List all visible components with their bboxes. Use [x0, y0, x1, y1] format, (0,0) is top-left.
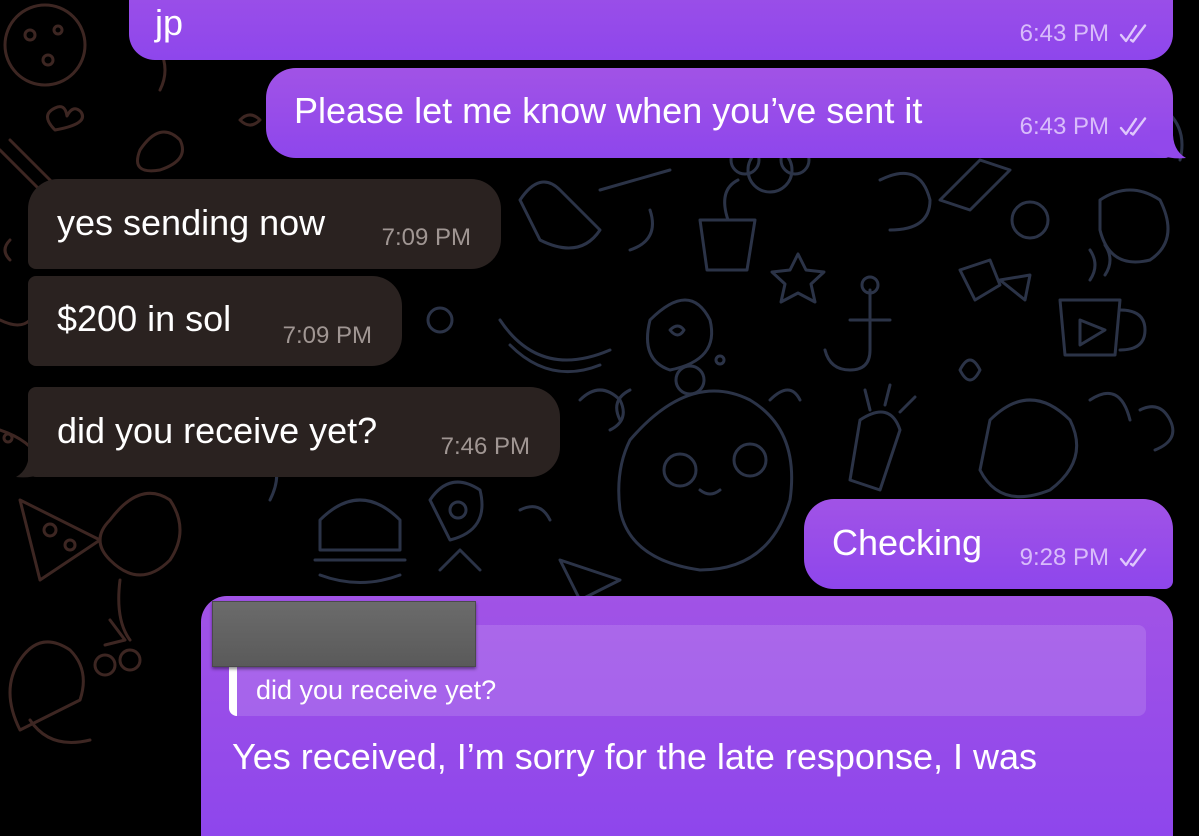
message-text: Yes received, I’m sorry for the late res… [232, 736, 1038, 777]
message-time: 6:43 PM [1019, 20, 1109, 47]
avocado-doodle [428, 480, 484, 542]
bubble-tail [1150, 130, 1186, 159]
panda-doodle [617, 389, 794, 572]
burger-doodle [318, 498, 402, 552]
plant-pot-doodle [698, 218, 757, 272]
star-doodle [770, 252, 826, 304]
message-bubble-incoming[interactable]: $200 in sol 7:09 PM [28, 276, 402, 366]
bird-doodle [136, 130, 184, 173]
double-check-icon [1119, 548, 1147, 567]
message-bubble-outgoing[interactable]: Checking 9:28 PM [804, 499, 1173, 589]
reply-quote-text: did you receive yet? [256, 675, 497, 705]
message-meta: 9:28 PM [1020, 544, 1149, 572]
message-bubble-incoming[interactable]: did you receive yet? 7:46 PM [28, 387, 560, 477]
message-text: $200 in sol [57, 298, 232, 339]
message-meta: 7:09 PM [382, 224, 471, 252]
sushi-doodle [938, 158, 1012, 212]
message-bubble-outgoing[interactable]: jp 6:43 PM [129, 0, 1173, 60]
message-text: yes sending now [57, 202, 326, 243]
anchor-doodle [823, 288, 872, 372]
message-time: 7:09 PM [282, 322, 372, 349]
cookie-doodle [3, 3, 87, 87]
message-meta: 6:43 PM [1020, 113, 1149, 141]
pineapple-doodle [848, 410, 902, 492]
double-check-icon [1119, 24, 1147, 43]
message-time: 7:09 PM [381, 224, 471, 251]
banana-doodle [498, 318, 612, 362]
dinosaur-doodle [978, 398, 1079, 499]
message-bubble-reply[interactable]: did you receive yet? Yes received, I’m s… [201, 596, 1173, 836]
message-text: jp [155, 2, 184, 43]
message-bubble-incoming[interactable]: yes sending now 7:09 PM [28, 179, 501, 269]
guitar-doodle [518, 180, 602, 250]
message-meta: 6:43 PM [1020, 20, 1149, 48]
heart-doodle [46, 105, 84, 132]
message-text: Please let me know when you’ve sent it [294, 90, 923, 131]
message-text: did you receive yet? [57, 410, 378, 451]
bubble-tail [16, 449, 52, 478]
message-bubble-outgoing[interactable]: Please let me know when you’ve sent it 6… [266, 68, 1173, 158]
message-text: Checking [832, 522, 983, 563]
message-meta: 7:46 PM [441, 433, 530, 461]
double-check-icon [1119, 117, 1147, 136]
cupcake-doodle [8, 640, 85, 732]
mug-doodle [1058, 298, 1122, 357]
message-time: 9:28 PM [1019, 544, 1109, 571]
carrot-doodle [558, 558, 622, 602]
redacted-sender-name [212, 601, 476, 667]
message-time: 6:43 PM [1019, 113, 1109, 140]
message-time: 7:46 PM [440, 433, 530, 460]
pizza-doodle [18, 498, 102, 582]
bow-doodle [958, 258, 1002, 302]
chick-doodle [1010, 200, 1050, 240]
cherry-doodle [118, 648, 142, 672]
message-meta: 7:09 PM [283, 322, 372, 350]
